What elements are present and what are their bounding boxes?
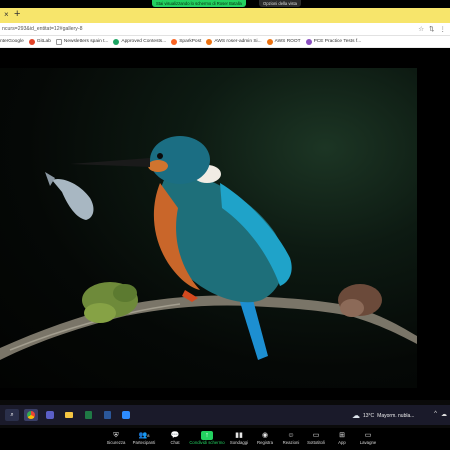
moss-clump-lower <box>84 303 116 323</box>
captions-icon: ▭ <box>312 432 320 439</box>
security-label: Sicurezza <box>106 440 126 445</box>
reactions-icon: ☺ <box>287 432 295 439</box>
pce-icon <box>305 38 312 45</box>
view-options-label: Opzioni della vista <box>263 1 297 6</box>
chat-icon: 💬 <box>170 432 180 439</box>
bookmark-label: Newsletters spain t... <box>63 39 109 44</box>
chat-label: Chat <box>170 440 180 445</box>
share-screen-label: Condividi schermo <box>189 440 225 445</box>
check-icon <box>113 38 120 45</box>
aws-icon <box>266 38 273 45</box>
bookmark-pce[interactable]: PCE Practice Tests f... <box>305 38 362 45</box>
bookmark-aws-root[interactable]: AWS ROOT <box>266 38 301 45</box>
polls-label: Sondaggi <box>229 440 249 445</box>
share-screen-button[interactable]: ↑ Condividi schermo <box>189 431 225 445</box>
bookmark-label: GitLab <box>36 39 51 44</box>
page-icon <box>55 38 62 45</box>
reactions-button[interactable]: ☺ Reazioni <box>278 431 304 445</box>
chat-button[interactable]: 💬 Chat <box>162 431 188 445</box>
weather-desc: Mayorm. nubla... <box>377 412 415 419</box>
taskbar: ⌕ ☁ 13°C Mayorm. nubla... ^ ☁ <box>0 405 450 425</box>
participants-icon: 👥8 <box>138 432 150 439</box>
bookmarks-bar: nterGoogle GitLab Newsletters spain t...… <box>0 36 450 48</box>
weather-widget[interactable]: ☁ 13°C Mayorm. nubla... <box>352 411 414 420</box>
record-button[interactable]: ◉ Registra <box>252 431 278 445</box>
file-explorer-icon[interactable] <box>62 409 76 421</box>
apps-label: App <box>338 440 346 445</box>
bookmark-label: SparkPost <box>179 39 202 44</box>
bookmark-label: nterGoogle <box>0 39 24 44</box>
polls-button[interactable]: ▮▮ Sondaggi <box>226 431 252 445</box>
cloud-icon: ☁ <box>352 411 360 420</box>
apps-icon: ⊞ <box>339 432 345 439</box>
zoom-icon[interactable] <box>119 409 133 421</box>
close-tab-icon[interactable]: × <box>4 10 9 19</box>
share-banner: Stai visualizzando lo schermo di Roser B… <box>152 0 246 7</box>
chevron-up-icon[interactable]: ^ <box>434 411 437 418</box>
browser-tab-strip: × + <box>0 8 450 23</box>
participants-button[interactable]: 👥8 Partecipanti <box>131 431 157 445</box>
gitlab-icon <box>28 38 35 45</box>
security-button[interactable]: ⛨ Sicurezza <box>103 431 129 445</box>
bookmark-label: Approved Contests... <box>121 39 167 44</box>
fish <box>52 178 94 220</box>
system-tray: ^ ☁ <box>434 411 447 418</box>
reactions-label: Reazioni <box>282 440 300 445</box>
share-banner-text: Stai visualizzando lo schermo di Roser B… <box>156 1 242 6</box>
aws-icon <box>206 38 213 45</box>
teams-icon[interactable] <box>43 409 57 421</box>
bookmark-star-icon[interactable]: ☆ <box>418 25 424 33</box>
whiteboard-label: Lavagne <box>359 440 377 445</box>
address-bar-actions: ☆ ⇅ ⋮ <box>418 25 446 33</box>
share-icon[interactable]: ⇅ <box>429 25 434 33</box>
bookmark-approved-contests[interactable]: Approved Contests... <box>113 38 167 45</box>
gallery-photo[interactable] <box>0 68 417 388</box>
address-bar[interactable]: ncurs=293&id_entitat=12#gallery-8 ☆ ⇅ ⋮ <box>0 23 450 36</box>
participants-count: 8 <box>147 433 150 438</box>
bird-eye <box>157 153 163 159</box>
bookmark-sparkpost[interactable]: SparkPost <box>171 38 202 45</box>
weather-temp: 13°C <box>363 412 375 419</box>
moss-clump-upper <box>113 284 137 302</box>
screen: Stai visualizzando lo schermo di Roser B… <box>0 0 450 450</box>
chrome-icon[interactable] <box>24 409 38 421</box>
word-icon[interactable] <box>100 409 114 421</box>
new-tab-button[interactable]: + <box>14 8 20 20</box>
bird-cheek <box>148 160 168 172</box>
kingfisher-illustration <box>0 136 417 360</box>
participants-label: Partecipanti <box>132 440 156 445</box>
onedrive-icon[interactable]: ☁ <box>441 411 447 418</box>
excel-icon[interactable] <box>81 409 95 421</box>
zoom-control-bar: ⛨ Sicurezza 👥8 Partecipanti 💬 Chat ↑ Con… <box>0 428 450 450</box>
bird-head <box>150 136 210 184</box>
bookmark-aws-admin[interactable]: AWS roser-admin Si... <box>206 38 262 45</box>
bookmark-google[interactable]: nterGoogle <box>0 39 24 44</box>
bird-beak <box>70 158 150 167</box>
menu-icon[interactable]: ⋮ <box>440 25 447 33</box>
bookmark-label: PCE Practice Tests f... <box>313 39 362 44</box>
share-screen-icon: ↑ <box>201 431 213 440</box>
search-icon[interactable]: ⌕ <box>5 409 19 421</box>
lichen-cluster-light <box>340 299 364 317</box>
captions-button[interactable]: ▭ Sottotitoli <box>303 431 329 445</box>
bookmark-label: AWS roser-admin Si... <box>214 39 262 44</box>
page-content <box>0 48 450 400</box>
record-label: Registra <box>256 440 273 445</box>
shield-icon: ⛨ <box>113 432 119 439</box>
bookmark-gitlab[interactable]: GitLab <box>28 38 51 45</box>
url-text[interactable]: ncurs=293&id_entitat=12#gallery-8 <box>2 26 82 32</box>
whiteboard-button[interactable]: ▭ Lavagne <box>355 431 381 445</box>
sparkpost-icon <box>171 38 178 45</box>
captions-label: Sottotitoli <box>307 440 325 445</box>
bookmark-label: AWS ROOT <box>274 39 301 44</box>
fish-tail <box>45 172 55 186</box>
view-options-button[interactable]: Opzioni della vista <box>259 0 301 7</box>
whiteboard-icon: ▭ <box>364 432 372 439</box>
apps-button[interactable]: ⊞ App <box>329 431 355 445</box>
polls-icon: ▮▮ <box>235 432 243 439</box>
bookmark-newsletters[interactable]: Newsletters spain t... <box>55 38 109 45</box>
record-icon: ◉ <box>261 432 269 439</box>
